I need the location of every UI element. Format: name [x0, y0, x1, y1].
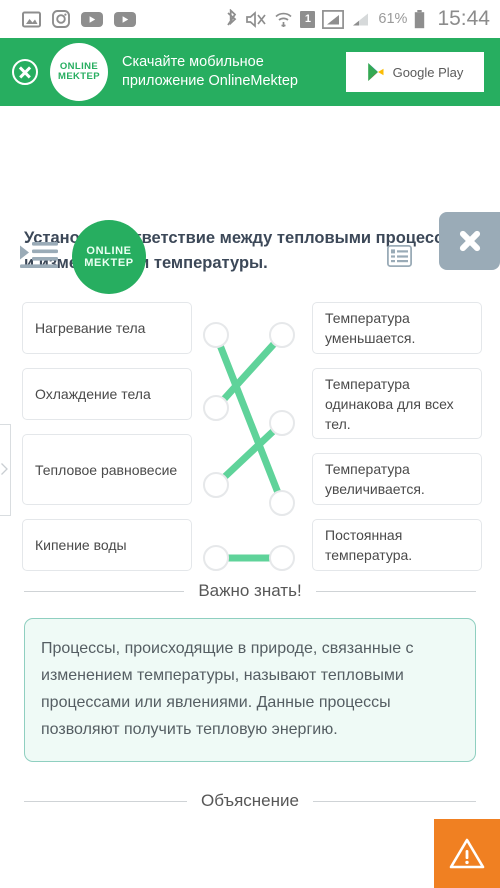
match-node-right[interactable] [269, 545, 295, 571]
gallery-icon [22, 11, 41, 27]
bluetooth-icon [227, 9, 237, 26]
sim-slot-label: 1 [304, 13, 311, 25]
mute-icon [246, 10, 267, 28]
battery-percent-label: 61% [378, 11, 408, 27]
instagram-icon [52, 10, 70, 28]
report-problem-button[interactable] [434, 819, 500, 888]
battery-icon [415, 9, 425, 28]
google-play-label: Google Play [392, 64, 464, 80]
promo-text-line2: приложение OnlineMektep [122, 73, 298, 89]
app-logo: ONLINE MEKTEP [50, 43, 108, 101]
section-divider-important: Важно знать! [24, 570, 476, 612]
google-play-icon [367, 63, 384, 81]
app-header: ONLINE MEKTEP [0, 106, 500, 294]
important-info-box: Процессы, происходящие в природе, связан… [24, 618, 476, 762]
match-node-left[interactable] [203, 545, 229, 571]
list-view-icon[interactable] [387, 245, 412, 267]
section-divider-explanation: Объяснение [24, 780, 477, 822]
youtube-icon [81, 11, 103, 27]
status-bar: 1 61% 15:44 [0, 0, 500, 38]
match-node-left[interactable] [203, 395, 229, 421]
signal-weak-icon [353, 13, 369, 25]
youtube-music-icon [114, 11, 136, 27]
match-node-left[interactable] [203, 322, 229, 348]
site-logo[interactable]: ONLINE MEKTEP [72, 220, 146, 294]
promo-text-line1: Скачайте мобильное [122, 54, 264, 70]
divider-line-right [315, 590, 476, 592]
close-ad-overlay-button[interactable] [439, 212, 500, 270]
divider-line-right [312, 800, 477, 802]
warning-triangle-icon [449, 838, 485, 869]
site-logo-line1: ONLINE [86, 244, 132, 257]
match-node-right[interactable] [269, 410, 295, 436]
match-node-left[interactable] [203, 472, 229, 498]
section-title: Важно знать! [198, 581, 302, 600]
close-icon[interactable] [12, 59, 38, 85]
app-logo-line2: MEKTEP [58, 71, 100, 82]
promo-text: Скачайте мобильное приложение OnlineMekt… [122, 53, 346, 91]
wifi-icon [275, 12, 292, 27]
connection-line [212, 331, 286, 412]
close-icon [457, 228, 483, 254]
match-node-right[interactable] [269, 322, 295, 348]
status-bar-notification-icons [22, 10, 136, 28]
signal-strong-icon [322, 9, 345, 29]
divider-line-left [24, 590, 185, 592]
matching-exercise: Нагревание тела Охлаждение тела Тепловое… [0, 290, 500, 571]
section-title: Объяснение [201, 791, 299, 810]
indent-list-icon[interactable] [20, 242, 58, 268]
status-bar-system-icons: 1 61% 15:44 [225, 7, 490, 31]
google-play-button[interactable]: Google Play [346, 52, 484, 92]
site-logo-line2: MEKTEP [84, 257, 134, 269]
sim-1-icon: 1 [300, 10, 316, 28]
connection-lines [212, 331, 286, 562]
match-node-right[interactable] [269, 490, 295, 516]
divider-line-left [24, 800, 188, 802]
clock-label: 15:44 [437, 7, 490, 30]
promo-banner: ONLINE MEKTEP Скачайте мобильное приложе… [0, 38, 500, 106]
